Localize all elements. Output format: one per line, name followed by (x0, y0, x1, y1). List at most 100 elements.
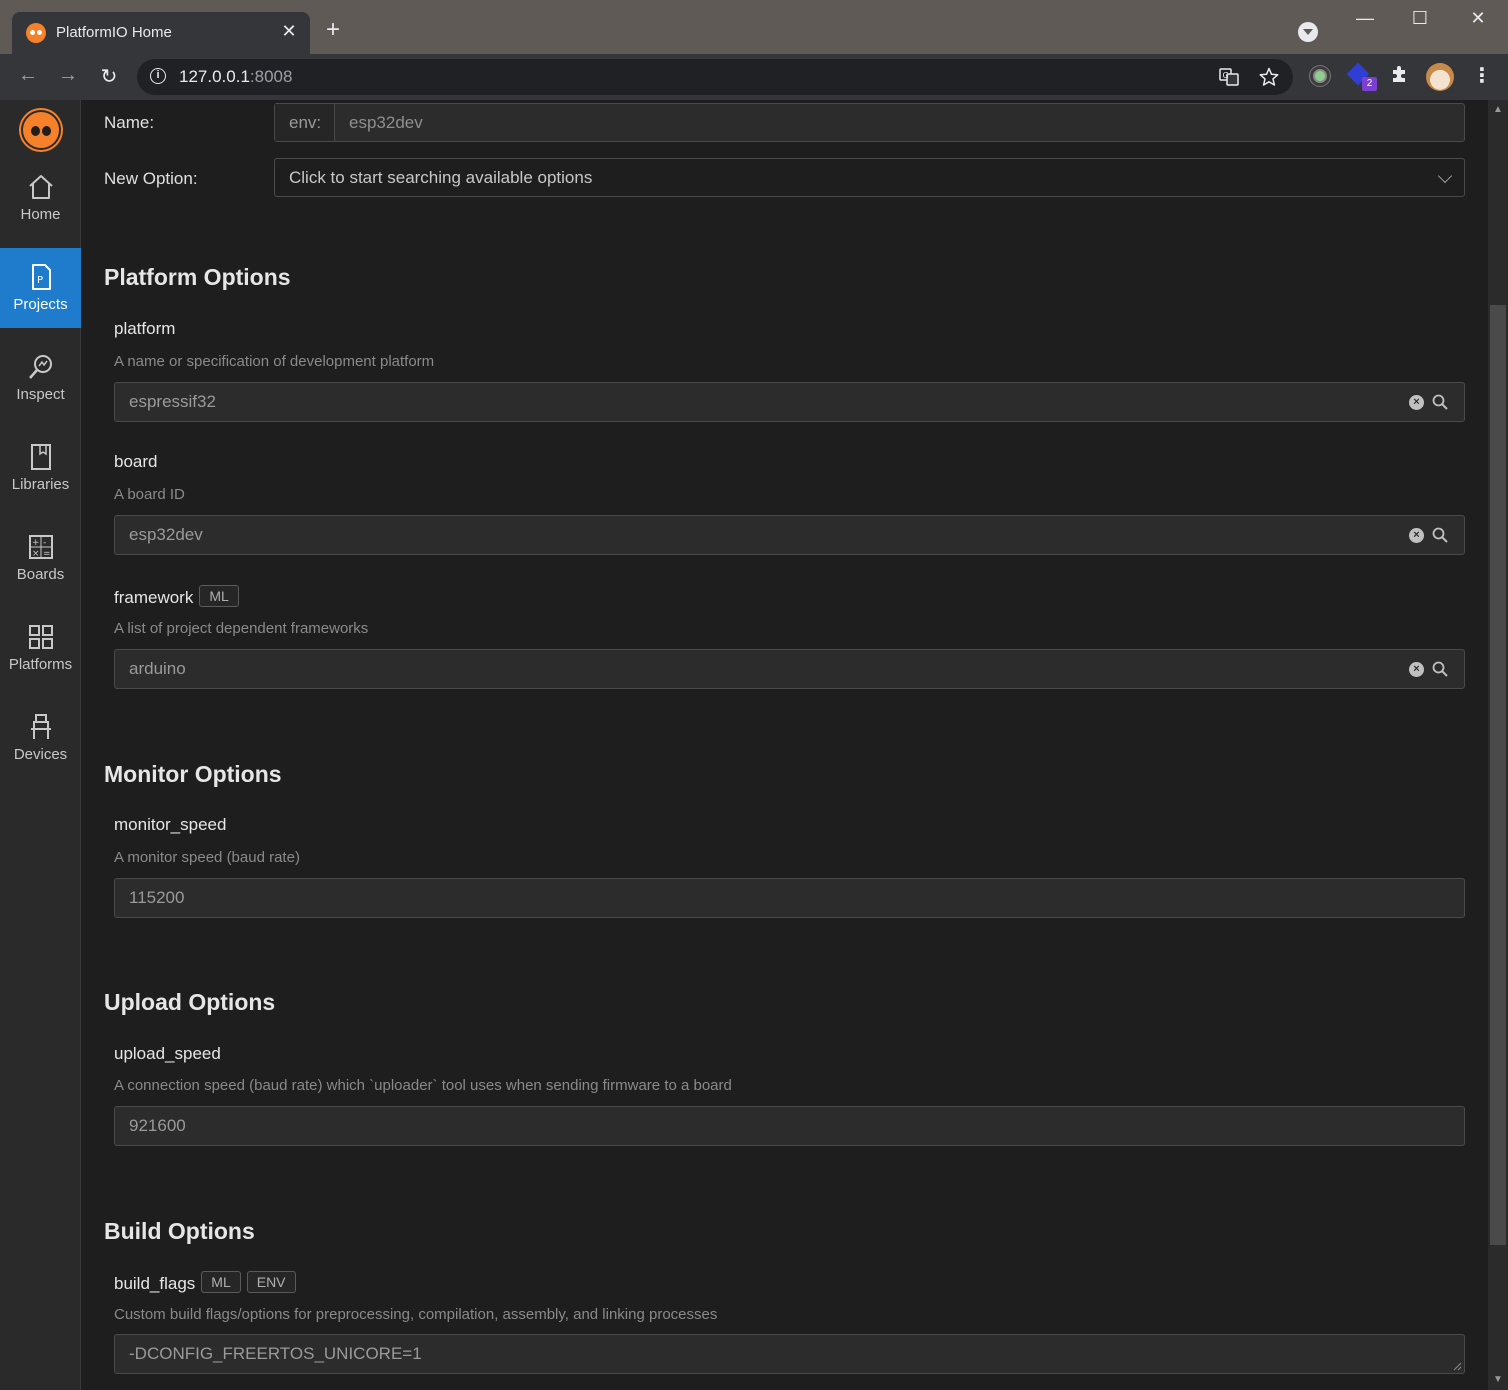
window-close-icon[interactable]: ✕ (1463, 8, 1493, 29)
svg-text:-: - (43, 538, 46, 548)
sidebar-item-boards[interactable]: + - × = Boards (0, 518, 81, 598)
tab-close-icon[interactable]: ✕ (278, 21, 300, 42)
platforms-icon (29, 625, 53, 649)
section-title-platform: Platform Options (104, 264, 291, 290)
reload-icon[interactable]: ↻ (96, 64, 122, 89)
boards-icon: + -× = (29, 535, 53, 559)
browser-toolbar: ← → ↻ i 127.0.0.1:8008 G 2 ⋮ (0, 54, 1508, 100)
clear-icon[interactable]: × (1409, 662, 1424, 677)
env-name-value: esp32dev (349, 113, 423, 132)
main-content: Name: env: esp32dev New Option: Click to… (81, 100, 1488, 1390)
clear-icon[interactable]: × (1409, 528, 1424, 543)
url-host: 127.0.0.1 (179, 67, 250, 86)
devices-icon (31, 714, 51, 739)
url-port: :8008 (249, 67, 293, 86)
upload-speed-input[interactable]: 921600 (114, 1106, 1465, 1146)
option-desc-upload-speed: A connection speed (baud rate) which `up… (114, 1077, 732, 1094)
upload-speed-value: 921600 (129, 1116, 186, 1135)
extension-gem-icon[interactable]: 2 (1346, 62, 1377, 91)
option-name-board: board (114, 452, 158, 471)
minimize-icon[interactable]: — (1350, 8, 1380, 29)
tab-search-icon[interactable] (1298, 22, 1318, 42)
tag-ml: ML (201, 1271, 241, 1293)
extension-dot-icon[interactable] (1310, 66, 1330, 86)
home-icon (29, 175, 53, 199)
section-title-upload: Upload Options (104, 989, 276, 1015)
forward-arrow-icon[interactable]: → (55, 64, 81, 87)
sidebar-item-label: Boards (16, 566, 65, 583)
svg-text:+: + (32, 538, 40, 548)
option-name-framework-text: framework (114, 588, 194, 607)
translate-icon[interactable]: G (1219, 67, 1239, 92)
tag-env: ENV (246, 1271, 296, 1293)
scroll-up-icon[interactable]: ▲ (1490, 104, 1506, 115)
board-value: esp32dev (129, 525, 203, 544)
section-title-build: Build Options (104, 1218, 255, 1244)
section-title-monitor: Monitor Options (104, 761, 282, 787)
svg-text:×: × (32, 549, 40, 559)
board-input[interactable]: esp32dev × (114, 515, 1465, 555)
sidebar-item-home[interactable]: Home (0, 158, 81, 238)
address-bar[interactable]: i 127.0.0.1:8008 G (137, 59, 1293, 95)
option-desc-build-flags: Custom build flags/options for preproces… (114, 1306, 718, 1323)
sidebar-item-libraries[interactable]: Libraries (0, 428, 81, 508)
sidebar-item-inspect[interactable]: Inspect (0, 338, 81, 418)
new-option-placeholder: Click to start searching available optio… (289, 168, 593, 187)
chevron-down-icon (1437, 168, 1453, 184)
back-arrow-icon[interactable]: ← (15, 64, 41, 87)
search-icon[interactable] (1432, 527, 1448, 543)
bookmark-star-icon[interactable] (1259, 67, 1279, 92)
env-name-input[interactable]: env: esp32dev (274, 103, 1465, 142)
browser-tabstrip: PlatformIO Home ✕ + — ☐ ✕ (0, 0, 1508, 54)
framework-value: arduino (129, 659, 186, 678)
clear-icon[interactable]: × (1409, 395, 1424, 410)
new-tab-button[interactable]: + (326, 18, 340, 42)
new-option-select[interactable]: Click to start searching available optio… (274, 158, 1465, 197)
maximize-icon[interactable]: ☐ (1405, 8, 1435, 29)
monitor-speed-value: 115200 (129, 888, 185, 907)
new-option-label: New Option: (104, 169, 198, 188)
sidebar-item-projects[interactable]: P Projects (0, 248, 81, 328)
env-prefix: env: (275, 104, 335, 141)
build-flags-textarea[interactable]: -DCONFIG_FREERTOS_UNICORE=1 (114, 1334, 1465, 1374)
name-label: Name: (104, 113, 155, 132)
sidebar-item-label: Home (20, 206, 61, 223)
sidebar-item-label: Projects (13, 296, 68, 313)
platform-value: espressif32 (129, 392, 216, 411)
option-desc-platform: A name or specification of development p… (114, 353, 435, 370)
option-desc-framework: A list of project dependent frameworks (114, 620, 369, 637)
resize-grip-icon[interactable] (1452, 1361, 1462, 1371)
svg-text:=: = (43, 549, 51, 559)
search-icon[interactable] (1432, 661, 1448, 677)
search-icon[interactable] (1432, 394, 1448, 410)
sidebar-item-devices[interactable]: Devices (0, 698, 81, 778)
scrollbar-thumb[interactable] (1490, 305, 1506, 1245)
url-text: 127.0.0.1:8008 (179, 67, 292, 87)
platformio-favicon-icon (26, 23, 46, 43)
browser-tab[interactable]: PlatformIO Home ✕ (12, 12, 310, 54)
extension-badge: 2 (1362, 77, 1377, 91)
tag-ml: ML (199, 585, 239, 607)
scroll-down-icon[interactable]: ▼ (1490, 1374, 1506, 1385)
option-name-build-flags: build_flags ML ENV (114, 1271, 296, 1294)
platformio-logo-icon (21, 110, 61, 150)
option-desc-board: A board ID (114, 486, 185, 503)
option-name-build-flags-text: build_flags (114, 1274, 196, 1293)
option-name-upload-speed: upload_speed (114, 1044, 221, 1063)
extensions-puzzle-icon[interactable] (1390, 64, 1410, 90)
framework-input[interactable]: arduino × (114, 649, 1465, 689)
option-name-framework: framework ML (114, 585, 239, 608)
option-desc-monitor-speed: A monitor speed (baud rate) (114, 849, 300, 866)
svg-text:G: G (1223, 71, 1229, 80)
site-info-icon[interactable]: i (150, 68, 166, 84)
option-name-monitor-speed: monitor_speed (114, 815, 227, 834)
build-flags-value: -DCONFIG_FREERTOS_UNICORE=1 (129, 1344, 422, 1363)
sidebar-item-label: Platforms (8, 656, 73, 673)
platform-input[interactable]: espressif32 × (114, 382, 1465, 422)
browser-menu-icon[interactable]: ⋮ (1472, 63, 1492, 88)
svg-text:P: P (37, 275, 43, 286)
sidebar-item-platforms[interactable]: Platforms (0, 608, 81, 688)
app-sidebar: Home P Projects Inspect Libraries + - × = B… (0, 100, 81, 1390)
monitor-speed-input[interactable]: 115200 (114, 878, 1465, 918)
profile-avatar[interactable] (1426, 63, 1454, 91)
